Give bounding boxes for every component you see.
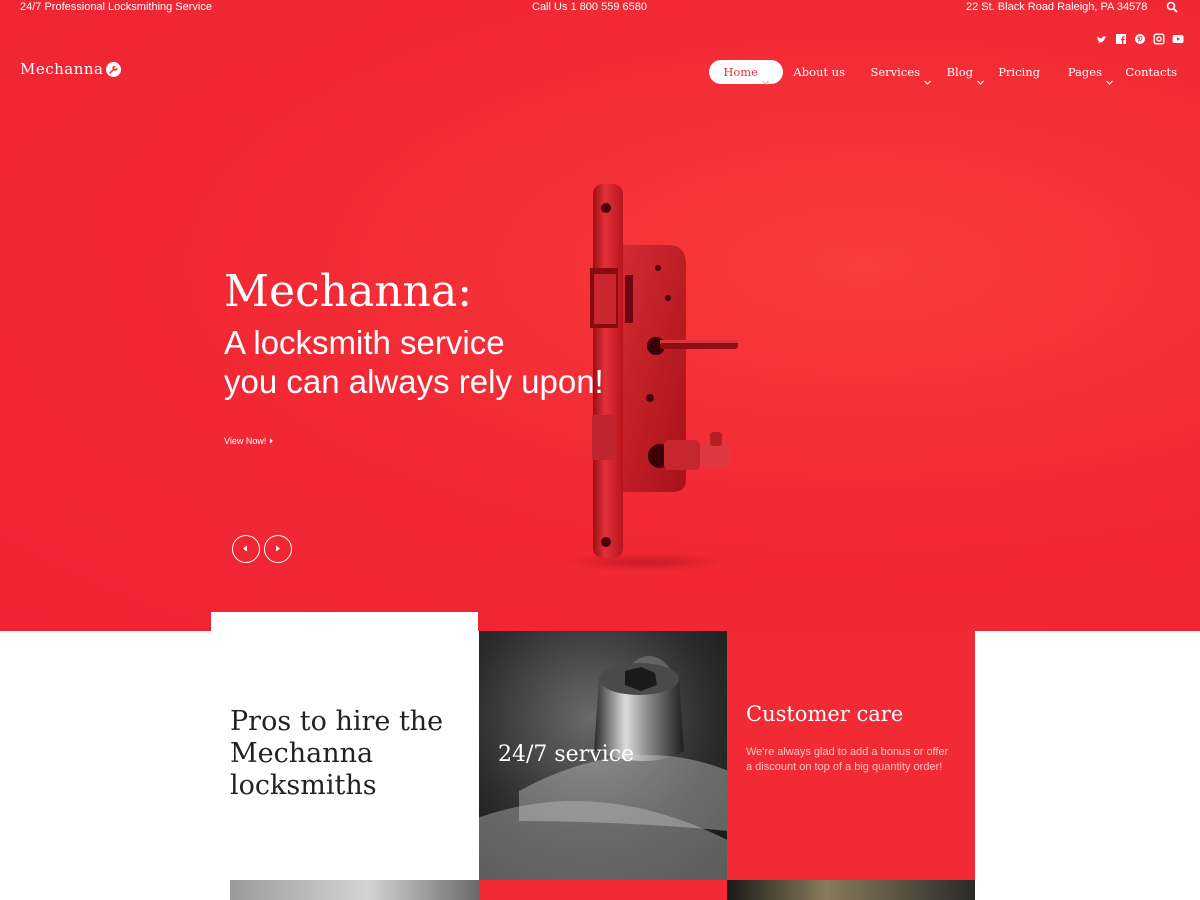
nav-item-label: Contacts bbox=[1125, 65, 1177, 79]
pros-heading-line: locksmiths bbox=[230, 770, 377, 801]
instagram-icon[interactable] bbox=[1153, 32, 1165, 45]
nav-item-label: About us bbox=[793, 65, 845, 79]
search-icon[interactable] bbox=[1166, 1, 1178, 13]
hero-subtitle-line: you can always rely upon! bbox=[224, 363, 604, 400]
address: 22 St. Black Road Raleigh, PA 34578 bbox=[966, 1, 1148, 13]
gallery-image-2 bbox=[479, 880, 727, 900]
pros-heading-line: Mechanna bbox=[230, 738, 374, 769]
tagline: 24/7 Professional Locksmithing Service bbox=[20, 1, 212, 13]
phone-number[interactable]: Call Us 1 800 559 6580 bbox=[532, 1, 647, 13]
nav-item-about-us[interactable]: About us bbox=[793, 60, 845, 84]
slider-prev-button[interactable] bbox=[232, 535, 260, 563]
nav-item-label: Home bbox=[723, 65, 758, 79]
arrow-left-icon bbox=[243, 545, 247, 552]
social-links bbox=[1096, 32, 1184, 45]
view-now-label: View Now! bbox=[224, 436, 267, 446]
nav-item-contacts[interactable]: Contacts bbox=[1125, 60, 1177, 84]
hero-section: 24/7 Professional Locksmithing Service C… bbox=[0, 0, 1200, 631]
customer-care-heading: Customer care bbox=[746, 702, 904, 726]
site-logo-text[interactable]: Mechanna bbox=[20, 60, 104, 78]
chevron-down-icon bbox=[924, 70, 931, 85]
nav-item-home[interactable]: Home bbox=[709, 60, 783, 85]
customer-care-text: We're always glad to add a bonus or offe… bbox=[746, 746, 949, 773]
pros-heading-line: Pros to hire the bbox=[230, 706, 444, 737]
twitter-icon[interactable] bbox=[1096, 32, 1108, 44]
pinterest-icon[interactable] bbox=[1134, 32, 1146, 44]
view-now-link[interactable]: View Now! bbox=[224, 436, 274, 446]
hero-title: Mechanna: bbox=[224, 266, 473, 317]
nav-item-label: Pages bbox=[1067, 65, 1102, 79]
slider-next-button[interactable] bbox=[264, 535, 292, 563]
nav-item-blog[interactable]: Blog bbox=[946, 60, 984, 85]
wrench-icon bbox=[106, 62, 121, 77]
nav-item-label: Services bbox=[870, 65, 920, 79]
gallery-image-1 bbox=[230, 880, 479, 900]
hero-subtitle-line: A locksmith service bbox=[224, 324, 505, 361]
nav-item-pricing[interactable]: Pricing bbox=[998, 60, 1040, 84]
chevron-down-icon bbox=[977, 70, 984, 85]
hero-subtitle: A locksmith service you can always rely … bbox=[224, 323, 604, 401]
nav-item-pages[interactable]: Pages bbox=[1067, 60, 1113, 85]
top-bar: 24/7 Professional Locksmithing Service C… bbox=[0, 0, 1200, 16]
nav-item-label: Blog bbox=[946, 65, 973, 79]
facebook-icon[interactable] bbox=[1115, 32, 1127, 44]
service-heading: 24/7 service bbox=[498, 742, 635, 767]
nav-item-services[interactable]: Services bbox=[870, 60, 931, 85]
caret-right-icon bbox=[269, 436, 274, 446]
chevron-down-icon bbox=[762, 70, 769, 85]
gallery-image-3 bbox=[727, 880, 975, 900]
youtube-icon[interactable] bbox=[1172, 32, 1184, 44]
pros-heading: Pros to hire the Mechanna locksmiths bbox=[230, 706, 443, 802]
nav-item-label: Pricing bbox=[998, 65, 1040, 79]
chevron-down-icon bbox=[1106, 70, 1113, 85]
arrow-right-icon bbox=[276, 545, 280, 552]
